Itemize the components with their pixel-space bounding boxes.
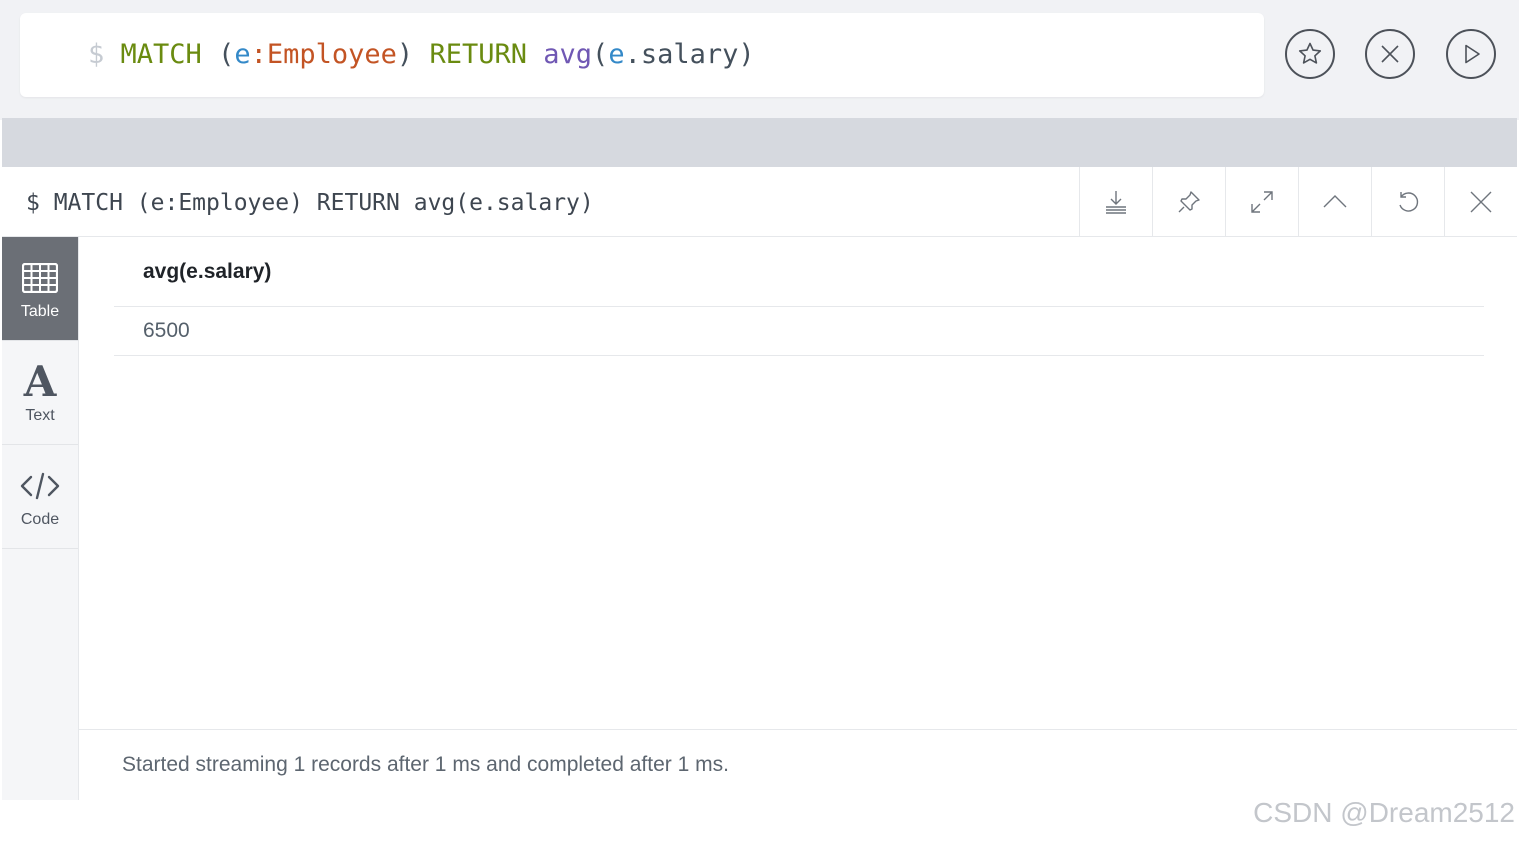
run-button[interactable] xyxy=(1446,29,1496,79)
paren: ( xyxy=(218,39,235,70)
fullscreen-button[interactable] xyxy=(1225,167,1298,237)
table-header: avg(e.salary) xyxy=(114,237,1484,307)
expand-icon xyxy=(1251,191,1273,213)
collapse-button[interactable] xyxy=(1298,167,1371,237)
play-icon xyxy=(1465,44,1480,64)
view-tab-label: Text xyxy=(25,406,55,424)
view-switcher: Table A Text Code xyxy=(2,237,79,800)
function-avg: avg xyxy=(543,39,593,70)
pin-button[interactable] xyxy=(1152,167,1225,237)
table-cell: 6500 xyxy=(143,319,190,342)
variable-e: e xyxy=(234,39,251,70)
property-salary: .salary xyxy=(624,39,739,70)
frame-actions xyxy=(1079,167,1517,237)
table-icon xyxy=(22,257,58,299)
keyword-return: RETURN xyxy=(429,39,527,70)
label-employee: Employee xyxy=(266,39,397,70)
paren: ) xyxy=(396,39,414,70)
prompt-symbol: $ xyxy=(88,39,105,70)
favorite-button[interactable] xyxy=(1285,29,1335,79)
download-icon xyxy=(1106,191,1126,214)
collapse-icon xyxy=(1323,195,1347,208)
view-tab-label: Code xyxy=(20,510,60,528)
star-icon xyxy=(1298,42,1322,64)
status-message: Started streaming 1 records after 1 ms a… xyxy=(122,753,729,776)
view-tab-label: Table xyxy=(20,302,60,320)
result-table: avg(e.salary) 6500 xyxy=(114,237,1484,356)
watermark: CSDN @Dream2512 xyxy=(1253,797,1515,828)
variable-e: e xyxy=(608,39,625,70)
download-button[interactable] xyxy=(1079,167,1152,237)
view-tab-code[interactable]: Code xyxy=(2,445,78,549)
stream-divider xyxy=(2,118,1517,167)
close-icon xyxy=(1470,191,1492,213)
status-bar: Started streaming 1 records after 1 ms a… xyxy=(79,729,1517,800)
pin-icon xyxy=(1178,191,1200,213)
rerun-icon xyxy=(1399,192,1419,212)
code-icon xyxy=(20,465,60,507)
query-editor-bar: $ MATCH (e:Employee) RETURN avg(e.salary… xyxy=(0,0,1519,120)
clear-editor-button[interactable] xyxy=(1365,29,1415,79)
paren: ) xyxy=(738,39,755,70)
text-icon: A xyxy=(23,356,57,406)
query-editor[interactable]: $ MATCH (e:Employee) RETURN avg(e.salary… xyxy=(20,13,1264,97)
colon: : xyxy=(250,39,267,70)
table-row: 6500 xyxy=(114,307,1484,356)
query-code[interactable]: $ MATCH (e:Employee) RETURN avg(e.salary… xyxy=(88,37,755,73)
paren: ( xyxy=(592,39,609,70)
result-frame: $ MATCH (e:Employee) RETURN avg(e.salary… xyxy=(2,167,1517,800)
view-tab-text[interactable]: A Text xyxy=(2,341,78,445)
keyword-match: MATCH xyxy=(120,39,202,70)
close-circle-icon xyxy=(1381,45,1399,63)
view-tab-table[interactable]: Table xyxy=(2,237,78,341)
frame-header: $ MATCH (e:Employee) RETURN avg(e.salary… xyxy=(2,167,1517,237)
frame-title[interactable]: $ MATCH (e:Employee) RETURN avg(e.salary… xyxy=(26,187,594,219)
column-header: avg(e.salary) xyxy=(143,259,272,283)
close-frame-button[interactable] xyxy=(1444,167,1517,237)
rerun-button[interactable] xyxy=(1371,167,1444,237)
